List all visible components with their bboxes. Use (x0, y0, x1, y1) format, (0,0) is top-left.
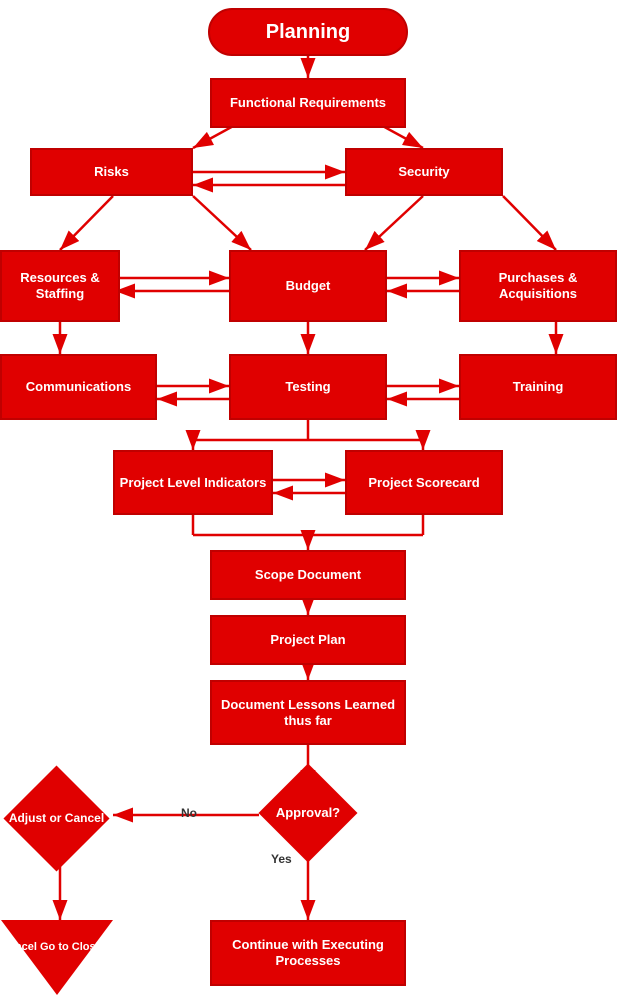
no-label: No (181, 806, 197, 820)
approval-diamond-container: Approval? (241, 778, 375, 848)
purchases-acquisitions-node: Purchases & Acquisitions (459, 250, 617, 322)
continue-executing-node: Continue with Executing Processes (210, 920, 406, 986)
yes-label: Yes (271, 852, 292, 866)
security-node: Security (345, 148, 503, 196)
planning-node: Planning (208, 8, 408, 56)
functional-requirements-node: Functional Requirements (210, 78, 406, 128)
adjust-cancel-diamond-container: Adjust or Cancel (0, 778, 113, 858)
flowchart: Planning Functional Requirements Risks S… (0, 0, 617, 30)
project-plan-node: Project Plan (210, 615, 406, 665)
resources-staffing-node: Resources & Staffing (0, 250, 120, 322)
risks-node: Risks (30, 148, 193, 196)
training-node: Training (459, 354, 617, 420)
document-lessons-node: Document Lessons Learned thus far (210, 680, 406, 745)
project-level-indicators-node: Project Level Indicators (113, 450, 273, 515)
project-scorecard-node: Project Scorecard (345, 450, 503, 515)
testing-node: Testing (229, 354, 387, 420)
scope-document-node: Scope Document (210, 550, 406, 600)
communications-node: Communications (0, 354, 157, 420)
cancel-closing-node: Cancel Go to Closing (0, 920, 113, 995)
budget-node: Budget (229, 250, 387, 322)
